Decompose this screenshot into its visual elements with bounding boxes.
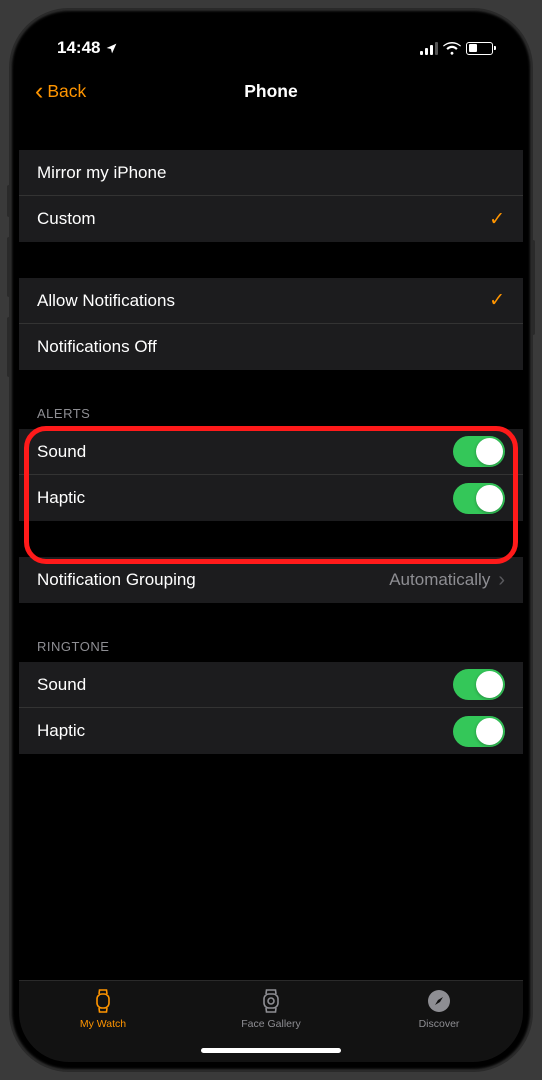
row-label: Notifications Off [37,337,157,357]
row-ringtone-haptic: Haptic [19,708,523,754]
toggle-alerts-haptic[interactable] [453,483,505,514]
location-arrow-icon [105,42,118,55]
tab-discover[interactable]: Discover [389,988,489,1062]
screen: 14:48 [19,18,523,1062]
battery-icon [466,42,493,55]
chevron-right-icon: › [498,569,505,592]
section-ringtone: RINGTONE Sound Haptic [19,639,523,754]
row-custom[interactable]: Custom ✓ [19,196,523,242]
tab-my-watch[interactable]: My Watch [53,988,153,1062]
watch-icon [90,988,116,1014]
status-time: 14:48 [57,38,100,58]
section-alerts: ALERTS Sound Haptic [19,406,523,521]
section-header: RINGTONE [19,639,523,662]
row-label: Sound [37,442,86,462]
toggle-alerts-sound[interactable] [453,436,505,467]
row-notifications-off[interactable]: Notifications Off [19,324,523,370]
tab-label: Face Gallery [241,1018,301,1030]
compass-icon [426,988,452,1014]
row-notification-grouping[interactable]: Notification Grouping Automatically › [19,557,523,603]
row-alerts-sound: Sound [19,429,523,475]
row-label: Haptic [37,721,85,741]
row-label: Sound [37,675,86,695]
toggle-ringtone-haptic[interactable] [453,716,505,747]
row-label: Haptic [37,488,85,508]
back-button[interactable]: ‹ Back [35,79,86,104]
row-alerts-haptic: Haptic [19,475,523,521]
side-button-right [531,240,535,335]
chevron-left-icon: ‹ [35,79,43,104]
side-buttons-left [7,185,11,397]
signal-icon [420,42,438,55]
home-indicator[interactable] [201,1048,341,1053]
row-allow-notifications[interactable]: Allow Notifications ✓ [19,278,523,324]
phone-frame: 14:48 [11,10,531,1070]
row-mirror-iphone[interactable]: Mirror my iPhone [19,150,523,196]
checkmark-icon: ✓ [489,289,505,312]
row-value: Automatically [389,570,490,590]
row-label: Allow Notifications [37,291,175,311]
page-title: Phone [244,81,297,102]
nav-bar: ‹ Back Phone [19,68,523,114]
tab-label: My Watch [80,1018,126,1030]
row-ringtone-sound: Sound [19,662,523,708]
face-gallery-icon [258,988,284,1014]
back-label: Back [47,81,86,102]
row-label: Notification Grouping [37,570,196,590]
tab-label: Discover [419,1018,460,1030]
section-header: ALERTS [19,406,523,429]
checkmark-icon: ✓ [489,208,505,231]
row-label: Custom [37,209,96,229]
row-label: Mirror my iPhone [37,163,166,183]
notch [166,18,376,50]
section-grouping: Notification Grouping Automatically › [19,557,523,603]
section-notifications: Allow Notifications ✓ Notifications Off [19,278,523,370]
wifi-icon [443,41,461,55]
content: Mirror my iPhone Custom ✓ Allow Notifica… [19,114,523,980]
section-mirror: Mirror my iPhone Custom ✓ [19,150,523,242]
toggle-ringtone-sound[interactable] [453,669,505,700]
